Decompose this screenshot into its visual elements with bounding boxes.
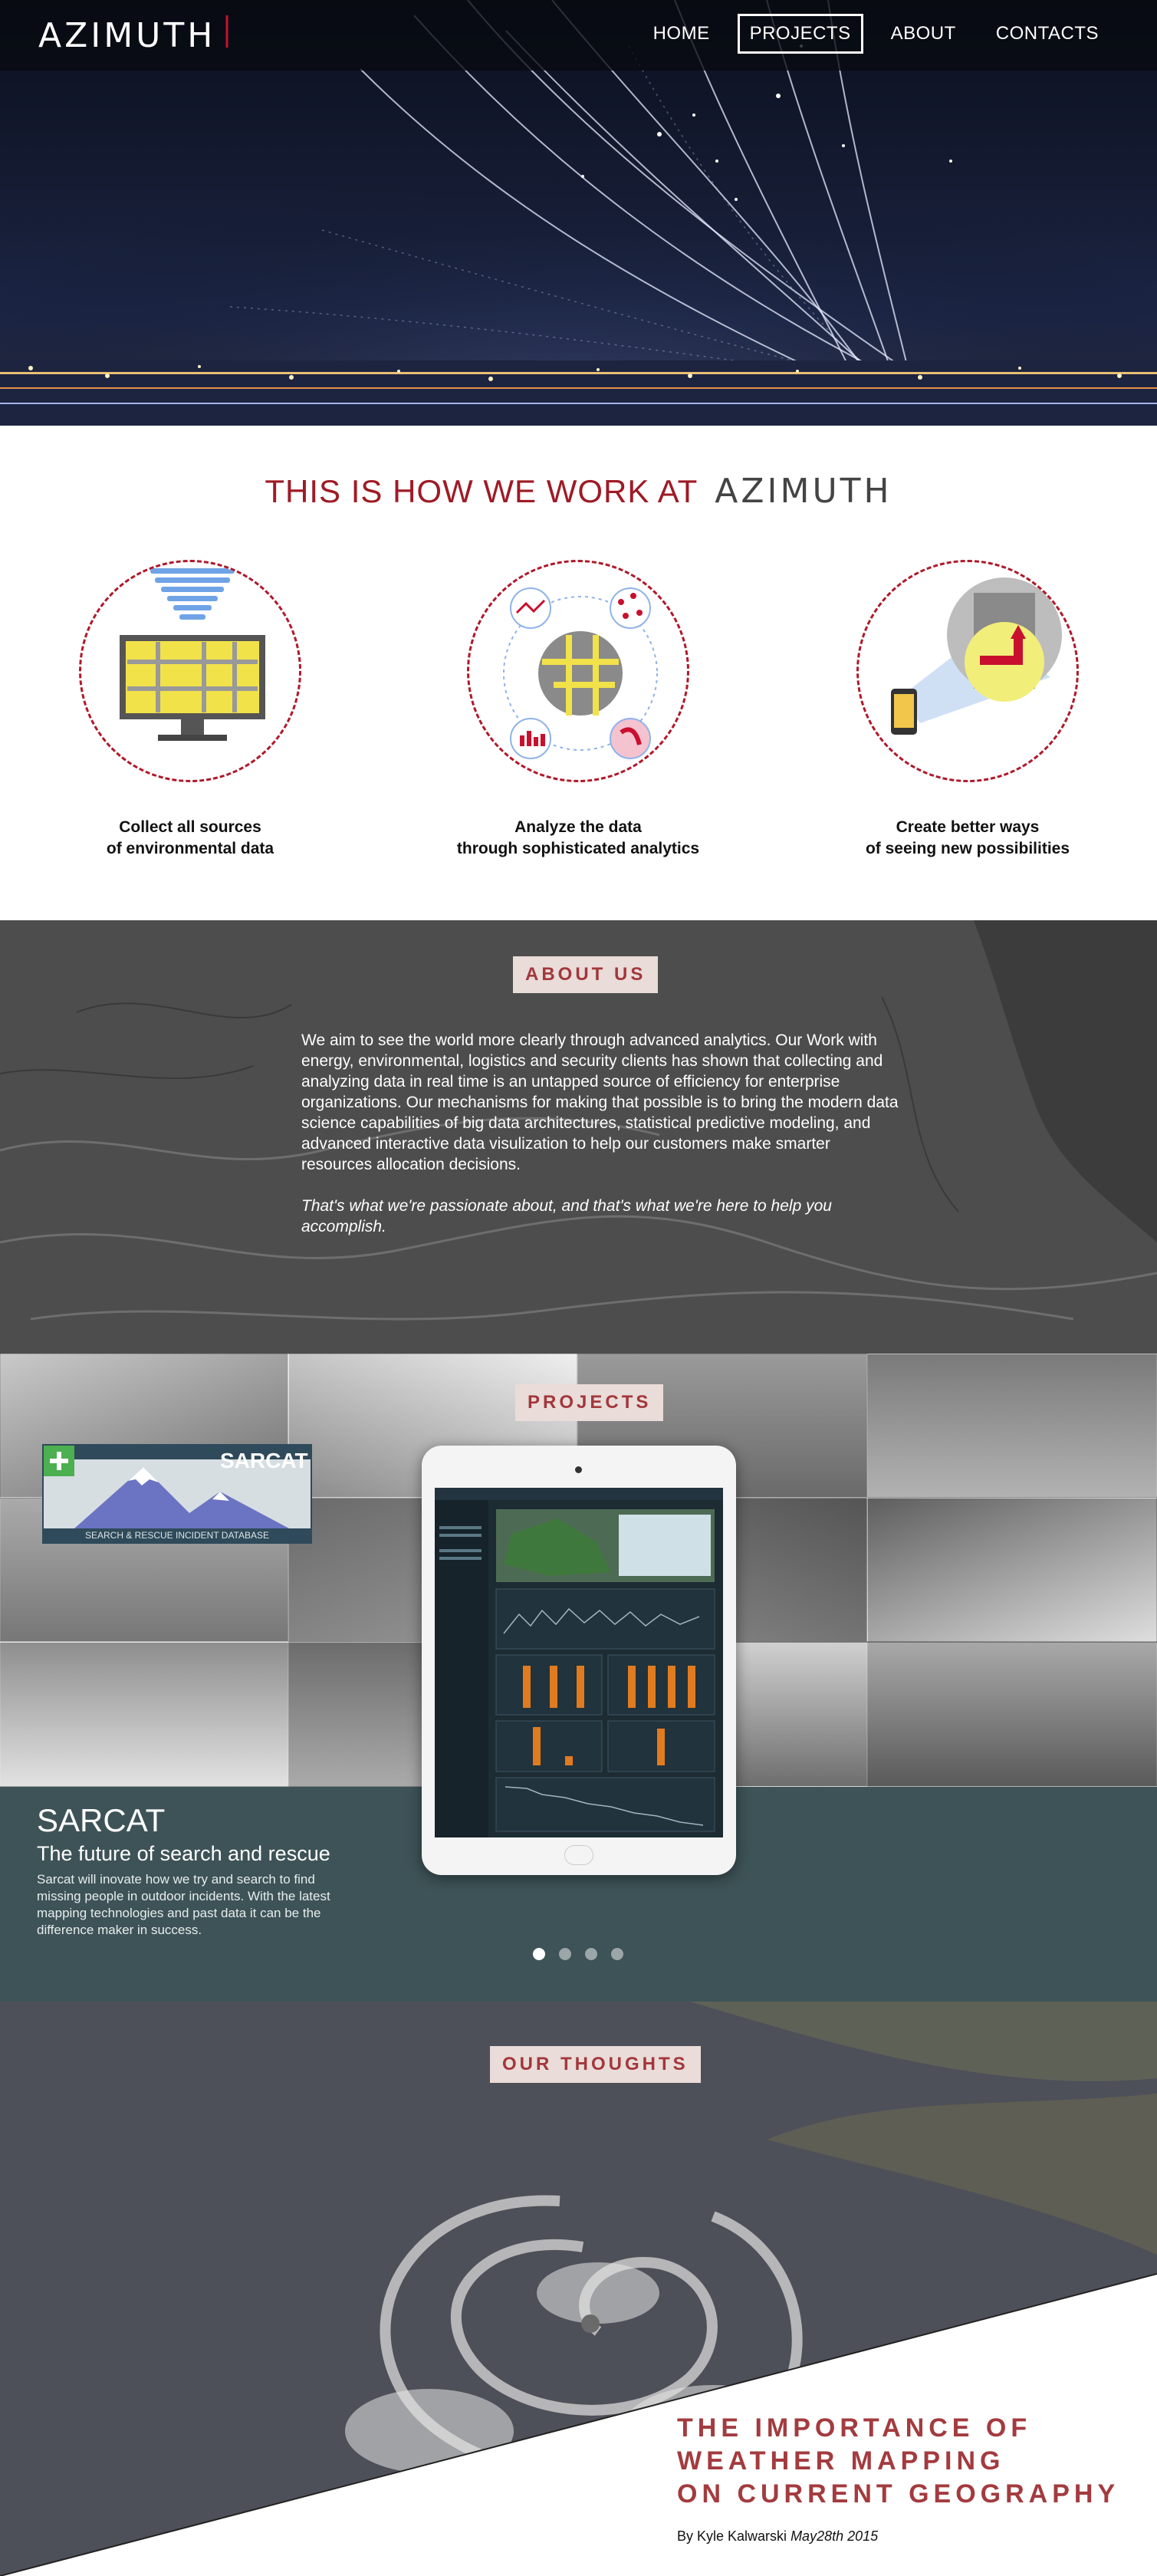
article-date: May28th 2015 bbox=[791, 2528, 879, 2544]
about-paragraph: We aim to see the world more clearly thr… bbox=[301, 1031, 899, 1173]
how-we-work-section: THIS IS HOW WE WORK AT AZIMUTH Collect a… bbox=[0, 426, 1157, 920]
logo-red-mark-icon bbox=[225, 15, 228, 48]
about-text: We aim to see the world more clearly thr… bbox=[301, 1030, 899, 1258]
projects-tag: PROJECTS bbox=[515, 1384, 664, 1421]
tablet-home-button bbox=[564, 1845, 593, 1865]
step-analyze-line1: Analyze the data bbox=[514, 818, 642, 836]
projects-section: PROJECTS SARCAT SEARCH & RESCUE INCIDENT… bbox=[0, 1354, 1157, 2002]
photo-tile bbox=[867, 1498, 1157, 1642]
article-title[interactable]: THE IMPORTANCE OF WEATHER MAPPING ON CUR… bbox=[677, 2412, 1119, 2511]
carousel-dot-1[interactable] bbox=[533, 1948, 545, 1960]
project-description: Sarcat will inovate how we try and searc… bbox=[37, 1872, 330, 1937]
inline-logo-text: AZIMUTH bbox=[715, 472, 892, 511]
step-collect-line2: of environmental data bbox=[106, 840, 274, 857]
how-we-work-heading: THIS IS HOW WE WORK AT bbox=[265, 472, 698, 509]
step-analyze-illustration bbox=[467, 560, 689, 782]
carousel-dot-4[interactable] bbox=[611, 1948, 623, 1960]
brand-logo-text: AZIMUTH bbox=[38, 15, 216, 55]
step-create-illustration bbox=[856, 560, 1079, 782]
mobile-ar-icon bbox=[891, 577, 1062, 735]
how-we-work-title: THIS IS HOW WE WORK AT AZIMUTH bbox=[0, 472, 1157, 511]
main-nav: HOME PROJECTS ABOUT CONTACTS bbox=[641, 14, 1111, 54]
step-collect: Collect all sources of environmental dat… bbox=[29, 560, 351, 860]
about-tagline: That's what we're passionate about, and … bbox=[301, 1197, 832, 1235]
top-navigation-bar: AZIMUTH HOME PROJECTS ABOUT CONTACTS bbox=[0, 0, 1157, 71]
step-collect-illustration bbox=[79, 560, 301, 782]
article-byline: By Kyle Kalwarski May28th 2015 bbox=[677, 2528, 878, 2545]
photo-tile bbox=[0, 1642, 288, 1787]
nav-about[interactable]: ABOUT bbox=[879, 14, 968, 54]
analytics-map-icon bbox=[503, 587, 658, 759]
step-analyze-line2: through sophisticated analytics bbox=[456, 840, 700, 857]
project-title: SARCAT bbox=[37, 1802, 166, 1838]
article-title-line2: WEATHER MAPPING bbox=[677, 2446, 1005, 2476]
sarcat-badge-name: SARCAT bbox=[220, 1449, 308, 1472]
carousel-dot-3[interactable] bbox=[585, 1948, 597, 1960]
carousel-dots bbox=[533, 1948, 623, 1960]
step-create-line1: Create better ways bbox=[896, 818, 1040, 836]
nav-home[interactable]: HOME bbox=[641, 14, 722, 54]
project-subtitle: The future of search and rescue bbox=[37, 1842, 330, 1865]
our-thoughts-tag: OUR THOUGHTS bbox=[490, 2046, 701, 2083]
brand-logo[interactable]: AZIMUTH bbox=[38, 15, 228, 55]
tablet-dashboard-screenshot bbox=[435, 1488, 723, 1837]
nav-contacts[interactable]: CONTACTS bbox=[984, 14, 1111, 54]
photo-tile bbox=[867, 1642, 1157, 1787]
step-analyze: Analyze the data through sophisticated a… bbox=[417, 560, 739, 860]
nav-projects[interactable]: PROJECTS bbox=[737, 14, 863, 54]
step-create: Create better ways of seeing new possibi… bbox=[807, 560, 1129, 860]
hero-section: AZIMUTH HOME PROJECTS ABOUT CONTACTS bbox=[0, 0, 1157, 426]
monitor-data-icon bbox=[120, 568, 265, 741]
article-title-line3: ON CURRENT GEOGRAPHY bbox=[677, 2479, 1120, 2509]
tablet-mockup bbox=[422, 1446, 736, 1875]
sarcat-badge: SARCAT SEARCH & RESCUE INCIDENT DATABASE bbox=[42, 1444, 312, 1544]
page: AZIMUTH HOME PROJECTS ABOUT CONTACTS THI… bbox=[0, 0, 1157, 2576]
step-create-line2: of seeing new possibilities bbox=[865, 840, 1070, 857]
about-us-tag: ABOUT US bbox=[513, 956, 659, 993]
about-section: ABOUT US We aim to see the world more cl… bbox=[0, 920, 1157, 1354]
tablet-camera bbox=[575, 1466, 582, 1473]
carousel-dot-2[interactable] bbox=[559, 1948, 571, 1960]
dashboard-preview bbox=[435, 1488, 723, 1837]
photo-tile bbox=[867, 1354, 1157, 1498]
our-thoughts-section: OUR THOUGHTS THE IMPORTANCE OF WEATHER M… bbox=[0, 2002, 1157, 2576]
sarcat-badge-subtitle: SEARCH & RESCUE INCIDENT DATABASE bbox=[84, 1530, 270, 1541]
step-collect-line1: Collect all sources bbox=[119, 818, 261, 836]
article-title-line1: THE IMPORTANCE OF bbox=[677, 2413, 1032, 2443]
article-author: By Kyle Kalwarski bbox=[677, 2528, 787, 2544]
